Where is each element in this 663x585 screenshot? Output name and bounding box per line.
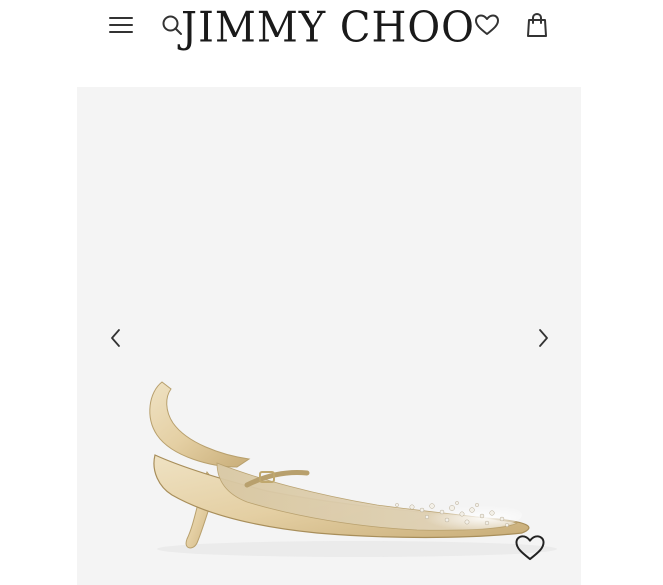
brand-logo[interactable]: JIMMY CHOO: [181, 4, 474, 52]
product-image-gallery[interactable]: [77, 87, 581, 585]
wishlist-button[interactable]: [470, 10, 504, 44]
shopping-bag-icon: [525, 12, 549, 43]
chevron-right-icon: [535, 326, 551, 355]
site-header: JIMMY CHOO: [0, 0, 663, 60]
heart-outline-icon: [474, 13, 500, 42]
hamburger-menu-icon: [108, 14, 134, 41]
logo-text: JIMMY CHOO: [181, 3, 475, 53]
menu-button[interactable]: [104, 10, 138, 44]
next-image-button[interactable]: [528, 325, 558, 355]
previous-image-button[interactable]: [101, 325, 131, 355]
slingback-pump-illustration: [149, 381, 557, 557]
shopping-bag-button[interactable]: [520, 10, 554, 44]
chevron-left-icon: [108, 326, 124, 355]
add-to-favorites-button[interactable]: [512, 532, 548, 568]
product-image: [117, 367, 557, 577]
heart-outline-icon: [514, 533, 546, 568]
